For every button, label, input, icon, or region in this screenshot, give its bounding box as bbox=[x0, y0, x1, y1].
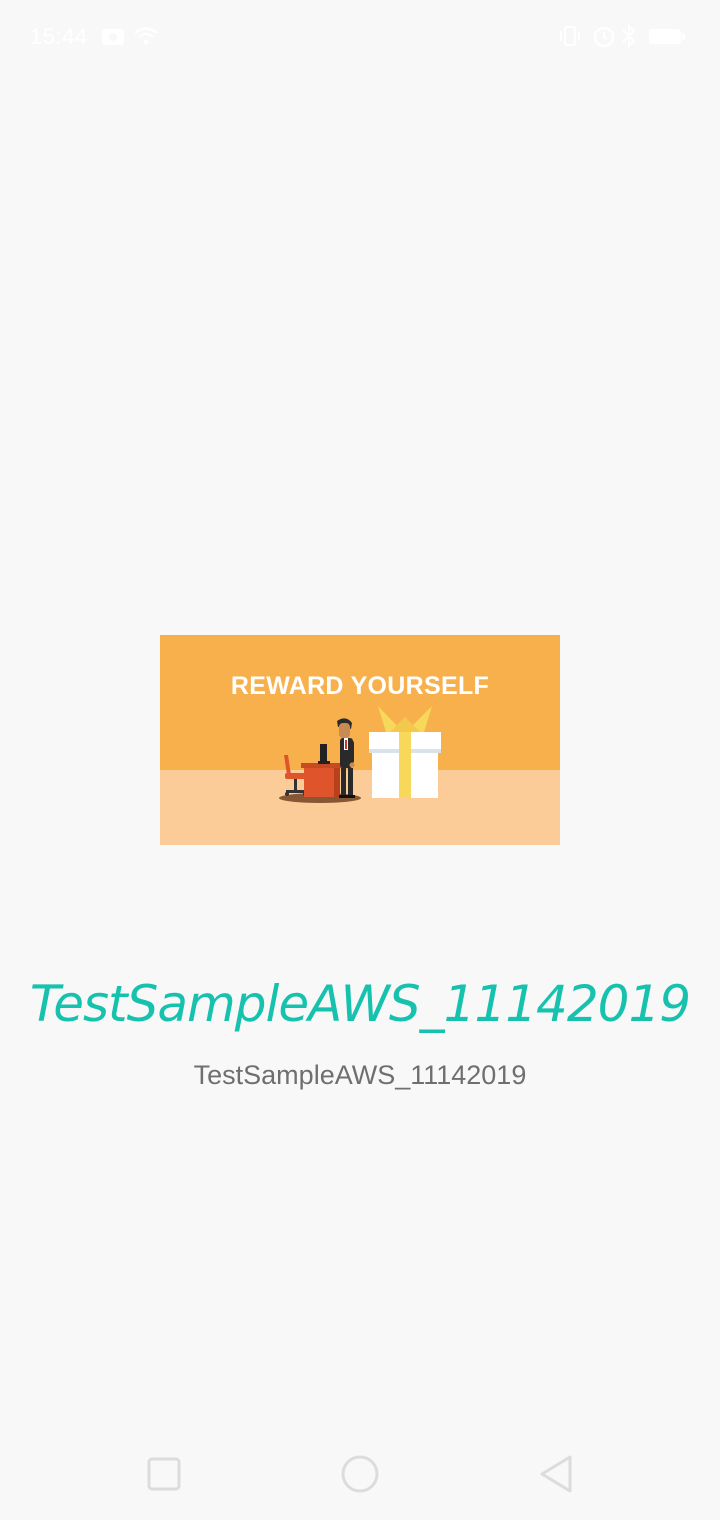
reward-banner: REWARD YOURSELF bbox=[160, 635, 560, 845]
computer-monitor bbox=[318, 744, 330, 764]
desk bbox=[301, 763, 347, 797]
square-icon bbox=[147, 1457, 181, 1491]
notification-icon bbox=[100, 22, 128, 50]
home-button[interactable] bbox=[336, 1450, 384, 1498]
reward-illustration bbox=[279, 706, 441, 803]
vibrate-icon bbox=[556, 22, 584, 50]
app-subtitle: TestSampleAWS_11142019 bbox=[193, 1060, 527, 1090]
wifi-icon bbox=[132, 22, 160, 50]
status-time: 15:44 bbox=[30, 24, 88, 49]
back-triangle-icon bbox=[540, 1455, 572, 1493]
splash-screen: 15:44 REWARD YOURSELF TestSampleAWS_1114… bbox=[0, 0, 720, 1520]
alarm-icon bbox=[590, 22, 618, 50]
circle-icon bbox=[341, 1455, 379, 1493]
office-chair bbox=[284, 755, 307, 796]
status-bar: 15:44 bbox=[0, 0, 720, 78]
bluetooth-icon bbox=[618, 22, 640, 50]
gift-box-icon bbox=[369, 706, 441, 798]
battery-icon bbox=[648, 22, 686, 50]
back-button[interactable] bbox=[532, 1450, 580, 1498]
app-title: TestSampleAWS_11142019 bbox=[29, 975, 691, 1033]
navigation-bar bbox=[0, 1440, 720, 1520]
recents-button[interactable] bbox=[140, 1450, 188, 1498]
